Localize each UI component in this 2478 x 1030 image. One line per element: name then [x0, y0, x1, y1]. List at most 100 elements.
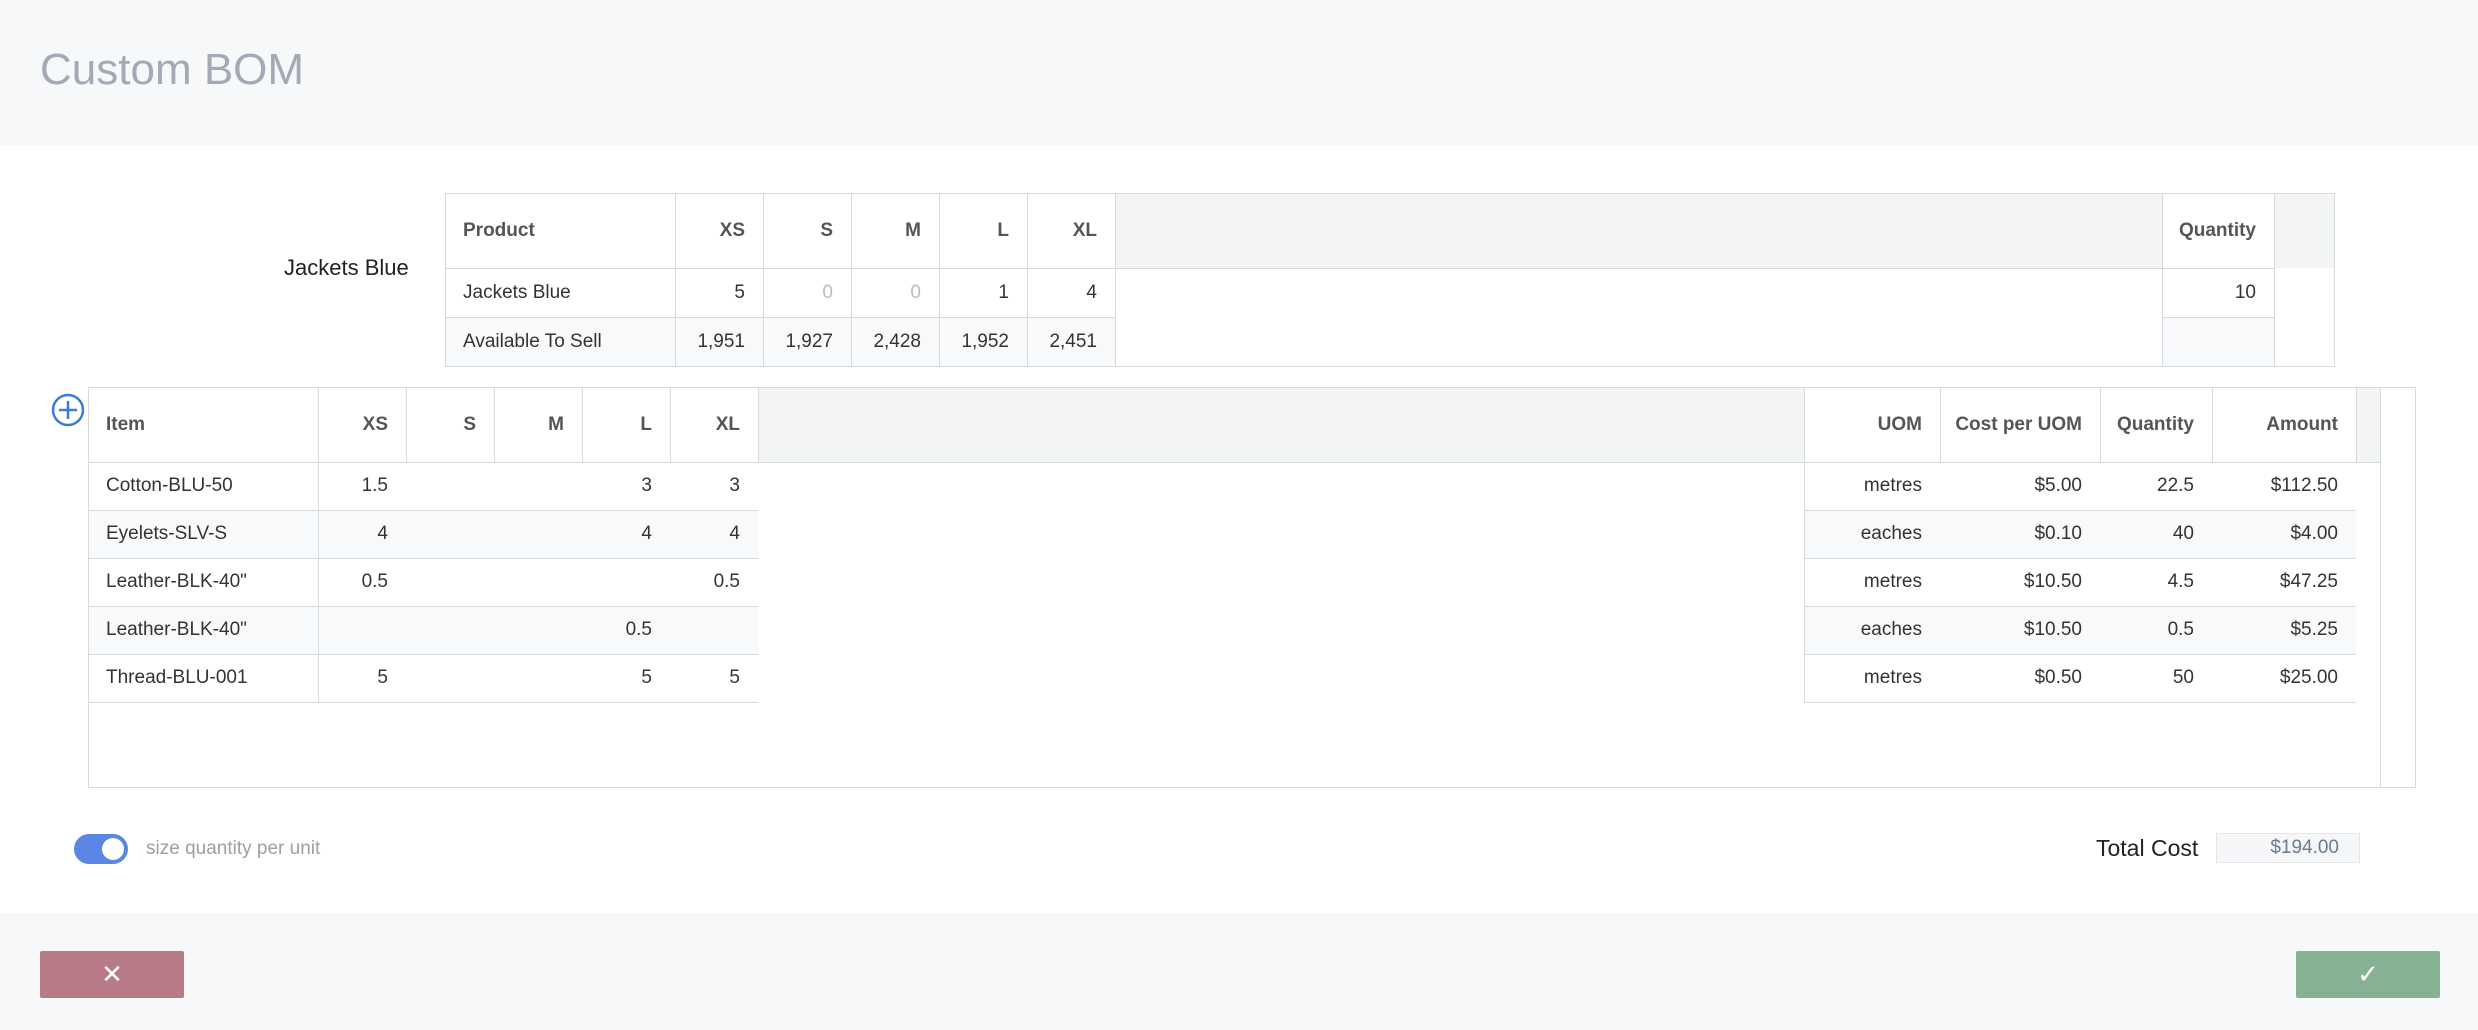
bom-uom: metres [1863, 571, 1922, 592]
bom-size-value[interactable] [582, 558, 670, 606]
size-value[interactable]: 5 [675, 268, 763, 317]
column-divider [851, 194, 852, 366]
row-divider [89, 558, 758, 559]
product-size-grid: Product XS S M L XL Quantity Jackets Blue 5 0 0 1 4 1… [445, 193, 2335, 367]
column-divider [582, 388, 583, 462]
page-header: Custom BOM [0, 0, 2478, 145]
bom-size-value[interactable] [406, 462, 494, 510]
bom-item-name[interactable]: Cotton-BLU-50 [89, 462, 318, 510]
size-value[interactable]: 4 [1027, 268, 1115, 317]
bom-amount: $5.25 [2290, 619, 2338, 640]
bom-size-value[interactable]: 5 [318, 654, 406, 702]
size-quantity-toggle[interactable] [74, 834, 128, 864]
column-divider [2212, 388, 2213, 462]
check-icon: ✓ [2357, 959, 2379, 990]
confirm-button[interactable]: ✓ [2296, 951, 2440, 998]
bom-item-name[interactable]: Leather-BLK-40" [89, 606, 318, 654]
bom-size-value[interactable] [494, 510, 582, 558]
total-cost-label: Total Cost [2096, 835, 2199, 861]
column-header-item: Item [106, 414, 146, 435]
size-value: 1,927 [785, 330, 833, 352]
column-header-xs: XS [362, 414, 388, 435]
bom-size-value[interactable] [494, 558, 582, 606]
bom-item-name[interactable]: Leather-BLK-40" [89, 558, 318, 606]
bom-size-value[interactable]: 0.5 [318, 558, 406, 606]
row-divider [446, 317, 1115, 318]
bom-size-value[interactable]: 3 [582, 462, 670, 510]
bom-quantity: 4.5 [2167, 571, 2194, 592]
bom-uom: metres [1863, 475, 1922, 496]
column-header-l: L [997, 220, 1009, 241]
bom-cost-per-uom: $10.50 [2023, 571, 2082, 592]
bom-amount: $112.50 [2270, 475, 2338, 496]
row-divider [89, 702, 758, 703]
size-value[interactable]: 1 [939, 268, 1027, 317]
row-label: Available To Sell [463, 330, 602, 352]
bom-size-value[interactable] [670, 606, 758, 654]
column-divider [2100, 388, 2101, 462]
row-label: Jackets Blue [463, 281, 571, 303]
header-filler [2356, 388, 2380, 462]
size-value: 2,428 [873, 330, 921, 352]
quantity-value[interactable]: 10 [2162, 268, 2274, 317]
column-header-m: M [548, 414, 564, 435]
row-divider [446, 268, 2274, 269]
bom-size-value[interactable] [406, 606, 494, 654]
bom-size-value[interactable] [318, 606, 406, 654]
bom-size-value[interactable]: 4 [670, 510, 758, 558]
header-filler [2274, 194, 2334, 268]
bom-quantity: 50 [2172, 667, 2194, 688]
bom-size-value[interactable]: 3 [670, 462, 758, 510]
row-divider [89, 606, 758, 607]
bom-quantity: 22.5 [2157, 475, 2194, 496]
row-divider [1804, 702, 2356, 703]
column-divider [406, 388, 407, 462]
bom-size-value[interactable]: 4 [582, 510, 670, 558]
bom-size-value[interactable]: 0.5 [582, 606, 670, 654]
toggle-label: size quantity per unit [146, 838, 321, 859]
bom-amount: $25.00 [2279, 667, 2338, 688]
bom-size-value[interactable]: 5 [582, 654, 670, 702]
bom-item-name[interactable]: Thread-BLU-001 [89, 654, 318, 702]
row-divider [1804, 654, 2356, 655]
size-value: 2,451 [1049, 330, 1097, 352]
column-header-xl: XL [1072, 220, 1097, 241]
column-header-m: M [905, 220, 921, 241]
bom-size-value[interactable] [406, 558, 494, 606]
bom-size-value[interactable]: 0.5 [670, 558, 758, 606]
quantity-value [2162, 317, 2274, 366]
product-name-label: Jackets Blue [284, 255, 409, 280]
column-divider [1115, 194, 1116, 366]
bom-size-value[interactable] [494, 654, 582, 702]
column-divider [2162, 194, 2163, 366]
column-header-product: Product [463, 220, 535, 241]
bom-item-name[interactable]: Eyelets-SLV-S [89, 510, 318, 558]
column-divider [763, 194, 764, 366]
column-divider [1940, 388, 1941, 462]
size-value[interactable]: 0 [851, 268, 939, 317]
bom-quantity: 0.5 [2167, 619, 2194, 640]
header-filler [1115, 194, 2162, 268]
column-divider [1027, 194, 1028, 366]
bom-uom: eaches [1860, 523, 1922, 544]
row-divider [1804, 606, 2356, 607]
column-header-s: S [820, 220, 833, 241]
column-header-amount: Amount [2266, 414, 2338, 435]
bom-cost-per-uom: $0.50 [2034, 667, 2082, 688]
bom-size-value[interactable] [494, 606, 582, 654]
column-divider [2380, 388, 2381, 787]
bom-size-value[interactable]: 5 [670, 654, 758, 702]
size-value[interactable]: 0 [763, 268, 851, 317]
bom-size-value[interactable]: 1.5 [318, 462, 406, 510]
size-value: 1,952 [961, 330, 1009, 352]
bom-size-value[interactable] [494, 462, 582, 510]
row-divider [1804, 558, 2356, 559]
column-divider [2356, 388, 2357, 462]
bom-size-value[interactable] [406, 654, 494, 702]
bom-cost-per-uom: $0.10 [2034, 523, 2082, 544]
add-circle-icon[interactable] [51, 393, 85, 427]
bom-size-value[interactable]: 4 [318, 510, 406, 558]
bom-size-value[interactable] [406, 510, 494, 558]
cancel-button[interactable]: ✕ [40, 951, 184, 998]
column-header-xs: XS [719, 220, 745, 241]
